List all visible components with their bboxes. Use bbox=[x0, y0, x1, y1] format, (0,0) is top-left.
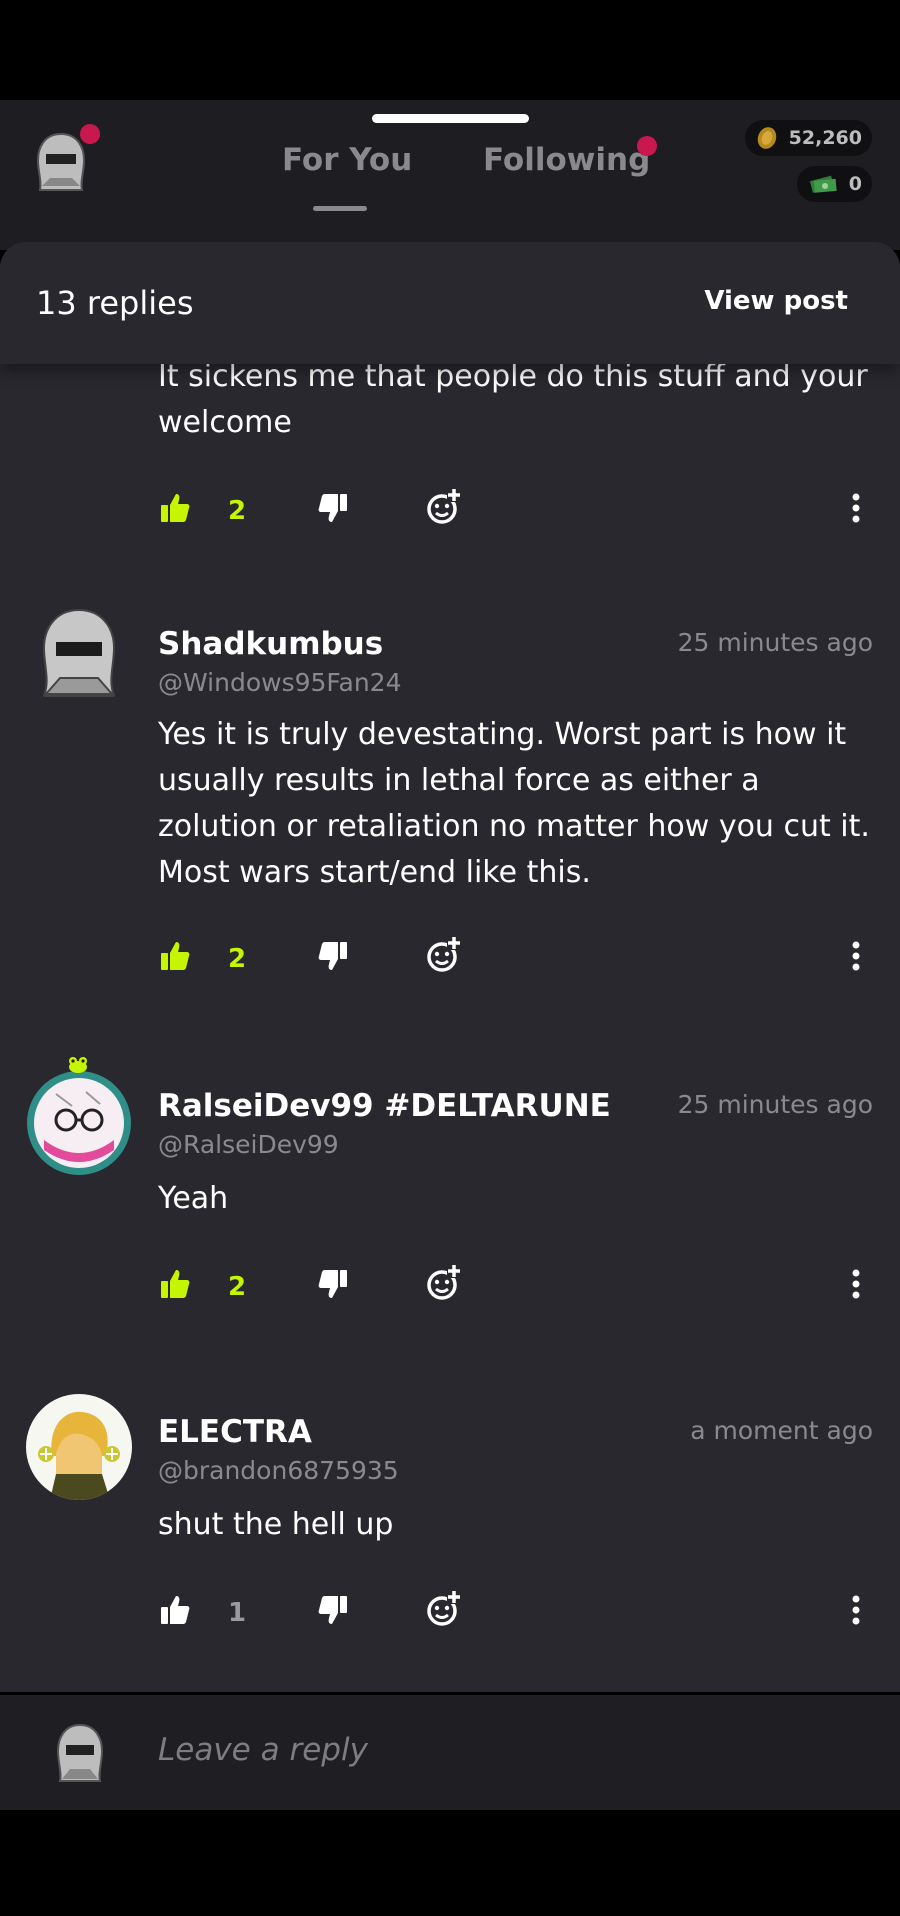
emoji-add-icon[interactable] bbox=[426, 934, 464, 974]
thumbs-down-icon[interactable] bbox=[318, 492, 348, 524]
comment-actions: 1 bbox=[0, 1590, 900, 1638]
system-nav-bar bbox=[0, 1810, 900, 1916]
home-indicator bbox=[372, 114, 529, 123]
frog-badge-icon bbox=[69, 1057, 87, 1073]
thumbs-down-icon[interactable] bbox=[318, 1594, 348, 1626]
comment-author-name[interactable]: ELECTRA bbox=[158, 1414, 312, 1450]
coins-balance[interactable]: 52,260 bbox=[744, 120, 872, 156]
more-vertical-icon[interactable] bbox=[850, 1268, 862, 1300]
more-vertical-icon[interactable] bbox=[850, 492, 862, 524]
cash-balance[interactable]: 0 bbox=[796, 166, 872, 202]
thumbs-up-icon[interactable] bbox=[160, 1268, 190, 1300]
comment-author-handle[interactable]: @Windows95Fan24 bbox=[158, 668, 401, 697]
like-count: 2 bbox=[228, 496, 247, 526]
cash-icon bbox=[809, 175, 837, 193]
coin-icon bbox=[757, 127, 776, 149]
comment-body: Yes it is truly devestating. Worst part … bbox=[158, 717, 870, 890]
more-vertical-icon[interactable] bbox=[850, 940, 862, 972]
replies-count: 13 replies bbox=[36, 284, 194, 322]
thumbs-down-icon[interactable] bbox=[318, 1268, 348, 1300]
like-count: 2 bbox=[228, 944, 247, 974]
reply-composer[interactable]: Leave a reply bbox=[0, 1695, 900, 1810]
comment-body: Yeah bbox=[158, 1181, 229, 1216]
notification-dot bbox=[80, 124, 100, 144]
status-bar bbox=[0, 0, 900, 100]
thumbs-up-icon[interactable] bbox=[160, 492, 190, 524]
replies-sheet: 13 replies View post It sickens me that … bbox=[0, 242, 900, 1692]
comment-actions: 2 bbox=[0, 488, 900, 536]
like-count: 2 bbox=[228, 1272, 247, 1302]
coins-count: 52,260 bbox=[788, 127, 862, 149]
like-count: 1 bbox=[228, 1598, 247, 1628]
thumbs-up-icon[interactable] bbox=[160, 940, 190, 972]
more-vertical-icon[interactable] bbox=[850, 1594, 862, 1626]
comment-timestamp: a moment ago bbox=[690, 1416, 873, 1445]
cash-count: 0 bbox=[848, 173, 862, 195]
avatar[interactable] bbox=[26, 1070, 132, 1176]
comment-body: It sickens me that people do this stuff … bbox=[158, 359, 868, 440]
emoji-add-icon[interactable] bbox=[426, 1588, 464, 1628]
tab-underline bbox=[313, 206, 367, 211]
avatar[interactable] bbox=[26, 1394, 132, 1500]
tab-for-you[interactable]: For You bbox=[282, 142, 412, 178]
comment-author-handle[interactable]: @brandon6875935 bbox=[158, 1456, 399, 1485]
comment-timestamp: 25 minutes ago bbox=[677, 628, 873, 657]
thumbs-down-icon[interactable] bbox=[318, 940, 348, 972]
emoji-add-icon[interactable] bbox=[426, 1262, 464, 1302]
emoji-add-icon[interactable] bbox=[426, 486, 464, 526]
sheet-header: 13 replies View post bbox=[0, 242, 900, 364]
comment-author-handle[interactable]: @RalseiDev99 bbox=[158, 1130, 339, 1159]
thumbs-up-icon[interactable] bbox=[160, 1594, 190, 1626]
tab-following[interactable]: Following bbox=[483, 142, 650, 178]
comment-actions: 2 bbox=[0, 1264, 900, 1312]
my-avatar bbox=[50, 1721, 110, 1787]
comment-body: shut the hell up bbox=[158, 1507, 394, 1542]
comment-author-name[interactable]: Shadkumbus bbox=[158, 626, 383, 662]
view-post-button[interactable]: View post bbox=[704, 286, 848, 316]
comment-actions: 2 bbox=[0, 936, 900, 984]
reply-input[interactable]: Leave a reply bbox=[158, 1732, 368, 1768]
avatar[interactable] bbox=[26, 604, 132, 710]
comment-author-name[interactable]: RalseiDev99 #DELTARUNE bbox=[158, 1088, 611, 1124]
following-notification-dot bbox=[637, 136, 657, 156]
comment-timestamp: 25 minutes ago bbox=[677, 1090, 873, 1119]
